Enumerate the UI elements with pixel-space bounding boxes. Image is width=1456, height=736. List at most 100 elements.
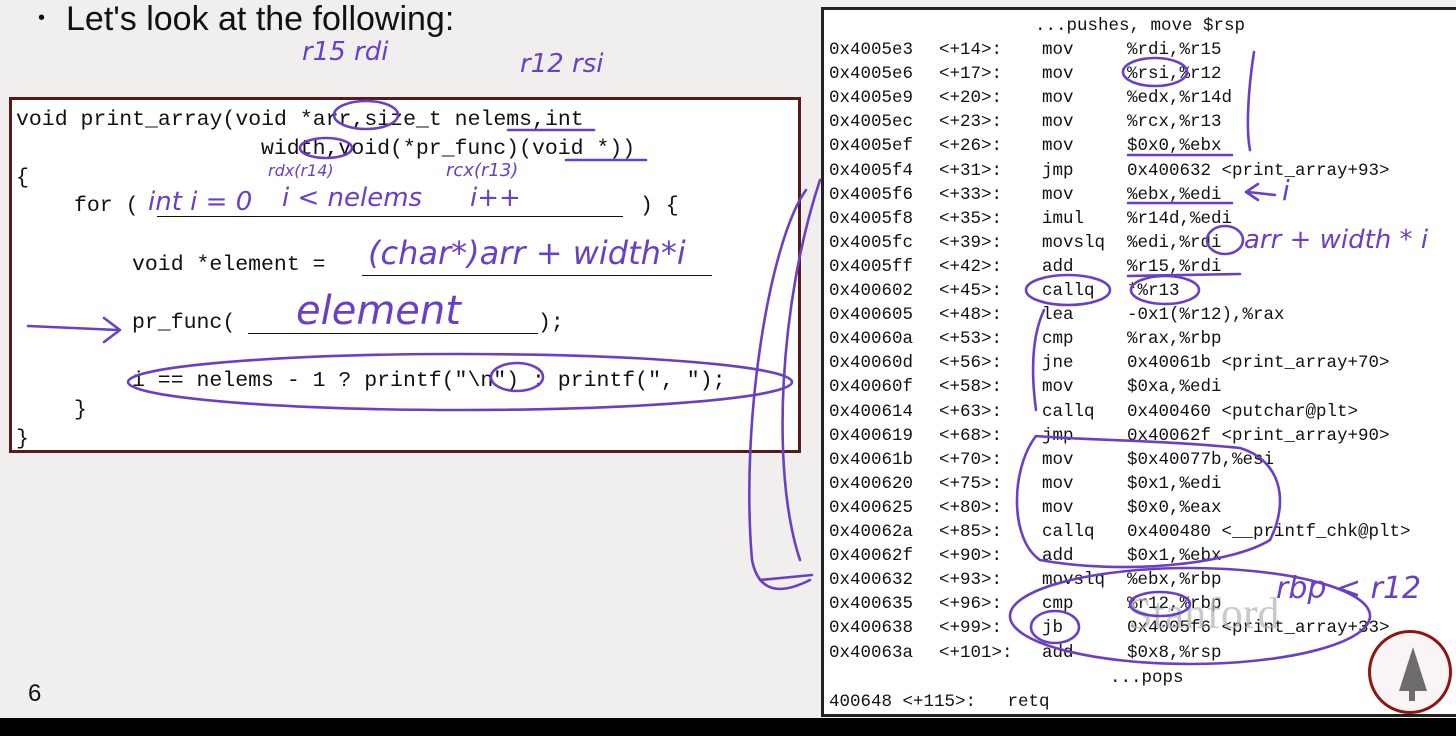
asm-address: 0x40061b — [829, 449, 914, 470]
asm-operands: %rcx,%r13 — [1127, 112, 1222, 133]
asm-address: 0x4005e3 — [829, 40, 914, 60]
asm-instruction: jmp — [1042, 425, 1074, 446]
asm-address: 0x4005ef — [829, 136, 914, 157]
asm-row: 0x4005f6 <+33>: mov %ebx,%edi — [829, 185, 1456, 209]
asm-offset: <+45>: — [939, 281, 1003, 301]
assembly-last-line: 400648 <+115>: retq — [829, 692, 1050, 712]
asm-instruction: mov — [1042, 40, 1074, 60]
asm-row: 0x400625 <+80>: mov $0x0,%eax — [829, 498, 1456, 522]
asm-address: 0x400605 — [829, 305, 914, 326]
asm-address: 0x400632 — [829, 570, 914, 591]
asm-operands: $0x0,%eax — [1127, 497, 1222, 518]
asm-operands: $0x40077b,%esi — [1127, 449, 1275, 470]
asm-address: 0x40060a — [829, 329, 914, 350]
asm-row: 0x4005f8 <+35>: imul %r14d,%edi — [829, 209, 1456, 233]
asm-instruction: add — [1042, 256, 1074, 277]
assembly-header: ...pushes, move $rsp — [1035, 16, 1246, 36]
asm-row: 0x40060f <+58>: mov $0xa,%edi — [829, 377, 1456, 401]
code-line-close-for: } — [74, 398, 87, 422]
asm-operands: *%r13 — [1127, 281, 1180, 301]
asm-offset: <+14>: — [939, 40, 1003, 60]
asm-row: 0x400605 <+48>: lea -0x1(%r12),%rax — [829, 305, 1456, 329]
asm-operands: $0x1,%ebx — [1127, 546, 1222, 567]
asm-operands: $0x8,%rsp — [1127, 642, 1222, 663]
asm-address: 0x400638 — [829, 618, 914, 639]
code-line-prfunc-prefix: pr_func( — [132, 311, 236, 335]
element-blank-line — [362, 275, 712, 276]
jump-target-arrow — [758, 573, 814, 582]
asm-offset: <+90>: — [939, 546, 1003, 567]
asm-offset: <+23>: — [939, 112, 1003, 133]
asm-instruction: callq — [1042, 281, 1095, 301]
asm-address: 0x40062f — [829, 546, 914, 567]
asm-row: 0x4005ef <+26>: mov $0x0,%ebx — [829, 136, 1456, 160]
asm-address: 0x4005ff — [829, 256, 914, 277]
code-line-signature: void print_array(void *arr,size_t nelems… — [16, 108, 584, 132]
asm-offset: <+68>: — [939, 425, 1003, 446]
asm-address: 0x400620 — [829, 473, 914, 494]
asm-row: 0x4005ff <+42>: add %r15,%rdi — [829, 257, 1456, 281]
asm-address: 0x4005e9 — [829, 88, 914, 109]
asm-operands: 0x400460 <putchar@plt> — [1127, 401, 1359, 422]
asm-operands: %ebx,%edi — [1127, 184, 1222, 205]
asm-instruction: add — [1042, 642, 1074, 663]
asm-operands: 0x40061b <print_array+70> — [1127, 353, 1390, 374]
asm-address: 0x400635 — [829, 594, 914, 615]
asm-address: 0x4005e6 — [829, 64, 914, 85]
asm-offset: <+80>: — [939, 497, 1003, 518]
asm-operands: %edx,%r14d — [1127, 88, 1233, 109]
asm-row: 0x40062a <+85>: callq 0x400480 <__printf_ch… — [829, 522, 1456, 546]
asm-instruction: jne — [1042, 353, 1074, 374]
code-line-signature-cont: width,void(*pr_func)(void *)) — [261, 137, 636, 161]
asm-instruction: mov — [1042, 136, 1074, 157]
code-line-prfunc-suffix: ); — [538, 311, 564, 335]
asm-row: 0x40060a <+53>: cmp %rax,%rbp — [829, 329, 1456, 353]
code-line-for-suffix: ) { — [640, 194, 679, 218]
asm-operands: %r14d,%edi — [1127, 208, 1233, 229]
asm-offset: <+58>: — [939, 377, 1003, 398]
asm-row: 0x40060d <+56>: jne 0x40061b <print_array+7… — [829, 353, 1456, 377]
asm-instruction: mov — [1042, 88, 1074, 109]
stanford-watermark: Stanford — [1128, 589, 1280, 638]
asm-operands: $0x1,%edi — [1127, 473, 1222, 494]
asm-instruction: cmp — [1042, 594, 1074, 615]
for-blank-line — [157, 216, 623, 217]
bullet-icon: • — [38, 7, 46, 29]
asm-instruction: mov — [1042, 64, 1074, 85]
code-line-close-func: } — [16, 427, 29, 451]
code-line-for-prefix: for ( — [74, 194, 139, 218]
asm-operands: 0x400632 <print_array+93> — [1127, 160, 1390, 181]
asm-offset: <+93>: — [939, 570, 1003, 591]
asm-row: 0x40061b <+70>: mov $0x40077b,%esi — [829, 450, 1456, 474]
asm-address: 0x4005f6 — [829, 184, 914, 205]
asm-instruction: callq — [1042, 522, 1095, 542]
asm-instruction: cmp — [1042, 329, 1074, 350]
asm-offset: <+56>: — [939, 353, 1003, 374]
asm-offset: <+70>: — [939, 449, 1003, 470]
asm-instruction: add — [1042, 546, 1074, 567]
nelems-register-note: r12 rsi — [520, 49, 604, 79]
asm-instruction: mov — [1042, 377, 1074, 398]
asm-address: 0x400614 — [829, 401, 914, 422]
asm-instruction: jmp — [1042, 160, 1074, 181]
asm-row: 0x4005e9 <+20>: mov %edx,%r14d — [829, 88, 1456, 112]
code-line-element-prefix: void *element = — [132, 253, 326, 277]
asm-operands: -0x1(%r12),%rax — [1127, 305, 1285, 326]
asm-offset: <+101>: — [939, 642, 1013, 663]
code-line-open-brace: { — [16, 166, 29, 190]
asm-operands: %rsi,%r12 — [1127, 64, 1222, 85]
slide-heading: • Let's look at the following: — [38, 0, 454, 39]
asm-row: 0x4005ec <+23>: mov %rcx,%r13 — [829, 112, 1456, 136]
asm-row: 0x4005f4 <+31>: jmp 0x400632 <print_array+9… — [829, 161, 1456, 185]
asm-instruction: callq — [1042, 401, 1095, 422]
arr-register-note: r15 rdi — [302, 37, 389, 67]
asm-address: 0x400602 — [829, 281, 914, 301]
code-line-printf: i == nelems - 1 ? printf("\n") : printf(… — [132, 369, 726, 393]
asm-instruction: lea — [1042, 305, 1074, 326]
asm-row: 0x400620 <+75>: mov $0x1,%edi — [829, 474, 1456, 498]
asm-address: 0x400625 — [829, 497, 914, 518]
asm-address: 0x4005fc — [829, 232, 914, 253]
asm-operands: 0x400480 <__printf_chk@plt> — [1127, 522, 1411, 542]
prfunc-blank-line — [248, 333, 538, 334]
asm-operands: 0x40062f <print_array+90> — [1127, 425, 1390, 446]
